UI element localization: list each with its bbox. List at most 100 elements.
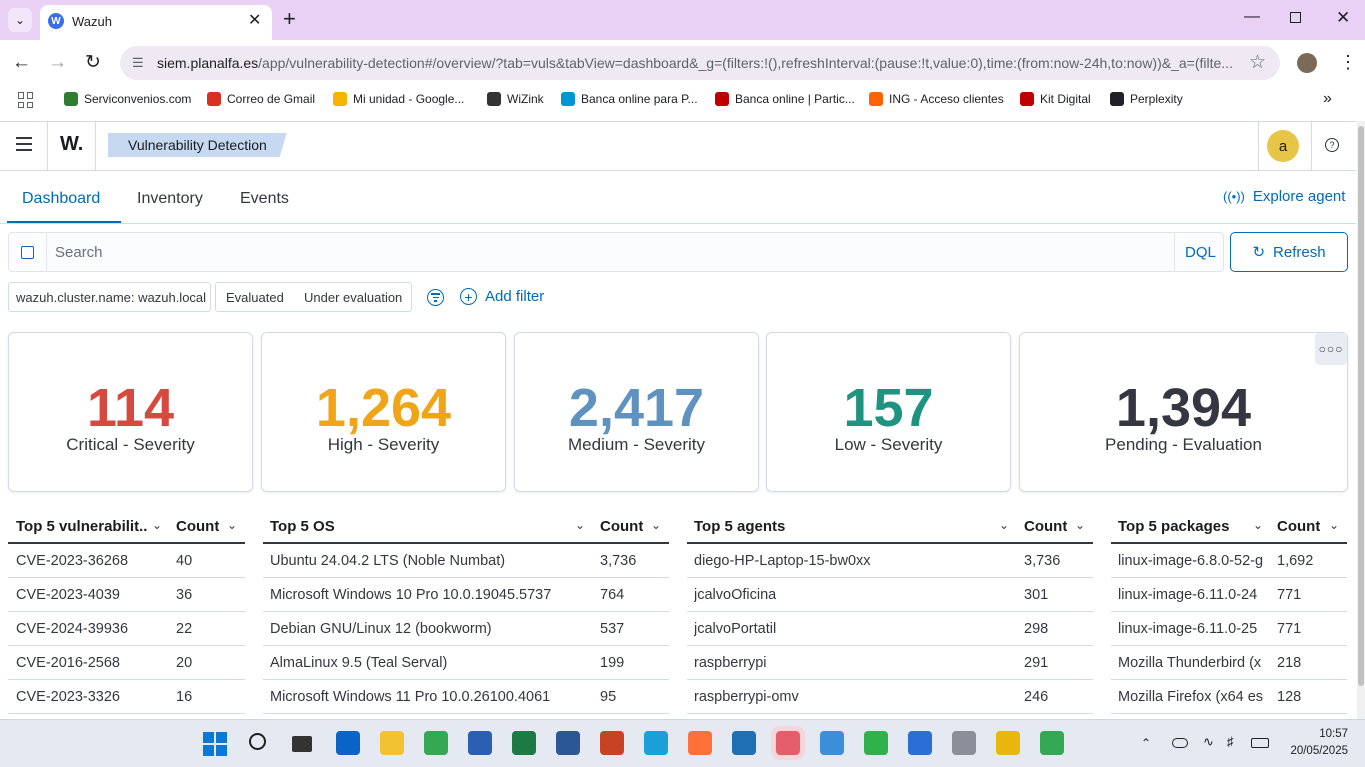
chevron-down-icon[interactable]: ⌄ [1075,518,1085,532]
evaluated-filter[interactable]: Evaluated [226,290,284,305]
word-icon[interactable] [556,731,580,755]
table-row[interactable]: Ubuntu 24.04.2 LTS (Noble Numbat) 3,736 [263,544,669,578]
help-icon[interactable]: ? [1325,138,1339,152]
minimize-icon[interactable]: — [1244,8,1260,26]
table-row[interactable]: diego-HP-Laptop-15-bw0xx 3,736 [687,544,1093,578]
chevron-down-icon[interactable]: ⌄ [1253,518,1263,532]
table-row[interactable]: CVE-2023-36268 40 [8,544,245,578]
more-bookmarks-icon[interactable]: » [1323,90,1332,108]
table-row[interactable]: Microsoft Windows 11 Pro 10.0.26100.4061… [263,680,669,714]
battery-icon[interactable] [1251,738,1269,748]
task-view-icon[interactable] [292,736,312,752]
browser-tab[interactable]: W Wazuh ✕ [40,5,272,40]
table-row[interactable]: Debian GNU/Linux 12 (bookworm) 537 [263,612,669,646]
system-tray-chevron-icon[interactable]: ⌃ [1141,736,1151,750]
chevron-down-icon[interactable]: ⌄ [575,518,585,532]
agents-count-column-header[interactable]: Count [1024,518,1067,535]
table-row[interactable]: jcalvoOficina 301 [687,578,1093,612]
vulns-count-column-header[interactable]: Count [176,518,219,535]
panel-options-icon[interactable]: ○○○ [1315,333,1347,365]
explorer-icon[interactable] [380,731,404,755]
back-icon[interactable]: ← [12,52,31,74]
windows-start-icon[interactable] [203,732,227,756]
table-row[interactable]: Microsoft Windows 10 Pro 10.0.19045.5737… [263,578,669,612]
chevron-down-icon[interactable]: ⌄ [1329,518,1339,532]
bookmark-caixabank[interactable]: Banca online para P... [561,92,698,106]
app4-icon[interactable] [908,731,932,755]
saved-queries-icon[interactable] [9,233,47,271]
snipping-icon[interactable] [771,726,805,760]
tab-inventory[interactable]: Inventory [137,190,203,208]
table-row[interactable]: Mozilla Firefox (x64 es 128 [1111,680,1347,714]
site-info-icon[interactable]: ☰ [132,55,144,71]
page-scrollbar[interactable] [1357,121,1365,719]
chevron-down-icon[interactable]: ⌄ [651,518,661,532]
packages-count-column-header[interactable]: Count [1277,518,1320,535]
cluster-filter-pill[interactable]: wazuh.cluster.name: wazuh.local [8,282,211,312]
app3-icon[interactable] [864,731,888,755]
bookmark-ing[interactable]: ING - Acceso clientes [869,92,1004,106]
firefox-icon[interactable] [688,731,712,755]
browser-menu-icon[interactable]: ⋮ [1339,52,1357,73]
chevron-down-icon[interactable]: ⌄ [152,518,162,532]
app2-icon[interactable] [732,731,756,755]
bookmark-kit-digital[interactable]: Kit Digital [1020,92,1091,106]
app-icon[interactable] [468,731,492,755]
bookmark-santander[interactable]: Banca online | Partic... [715,92,855,106]
agents-name-column-header[interactable]: Top 5 agents [694,518,785,535]
powerpoint-icon[interactable] [600,731,624,755]
chevron-down-icon[interactable]: ⌄ [999,518,1009,532]
os-count-column-header[interactable]: Count [600,518,643,535]
bookmark-gmail[interactable]: Correo de Gmail [207,92,315,106]
table-row[interactable]: linux-image-6.11.0-24 771 [1111,578,1347,612]
apps-grid-icon[interactable] [18,92,34,108]
filter-menu-icon[interactable] [427,289,444,306]
bookmark-wizink[interactable]: WiZink [487,92,544,106]
bookmark-google-drive[interactable]: Mi unidad - Google... [333,92,464,106]
notepad-icon[interactable] [820,731,844,755]
new-tab-icon[interactable]: + [283,6,296,32]
reload-icon[interactable]: ↻ [85,51,101,74]
search-bar[interactable]: Search DQL [8,232,1224,272]
bookmark-serviconvenios[interactable]: Serviconvenios.com [64,92,191,106]
taskbar-search-icon[interactable] [249,733,266,750]
url-text[interactable]: siem.planalfa.es/app/vulnerability-detec… [157,55,1237,71]
close-window-icon[interactable]: ✕ [1336,8,1350,28]
clock-time[interactable]: 10:57 [1300,728,1348,740]
chrome-profile-icon[interactable] [1040,731,1064,755]
vulns-name-column-header[interactable]: Top 5 vulnerabilit... [16,518,148,535]
table-row[interactable]: CVE-2024-39936 22 [8,612,245,646]
explore-agent-button[interactable]: ((•)) Explore agent [1223,188,1345,205]
edge-icon[interactable] [644,731,668,755]
table-row[interactable]: CVE-2023-4039 36 [8,578,245,612]
volume-muted-icon[interactable]: ♯ [1227,734,1234,749]
wifi-icon[interactable]: ∿ [1203,734,1214,750]
wazuh-logo[interactable]: W. [60,133,83,156]
onedrive-icon[interactable] [1172,738,1188,748]
packages-name-column-header[interactable]: Top 5 packages [1118,518,1229,535]
table-row[interactable]: jcalvoPortatil 298 [687,612,1093,646]
os-name-column-header[interactable]: Top 5 OS [270,518,335,535]
bookmark-star-icon[interactable]: ☆ [1249,51,1266,74]
tab-search-icon[interactable]: ⌄ [8,8,32,32]
profile-avatar[interactable] [1297,53,1317,73]
excel-icon[interactable] [512,731,536,755]
table-row[interactable]: linux-image-6.11.0-25 771 [1111,612,1347,646]
table-row[interactable]: raspberrypi 291 [687,646,1093,680]
hamburger-menu-icon[interactable] [16,137,32,151]
search-input[interactable]: Search [55,244,103,261]
close-tab-icon[interactable]: ✕ [248,10,261,30]
maximize-icon[interactable] [1290,12,1301,23]
table-row[interactable]: CVE-2016-2568 20 [8,646,245,680]
database-icon[interactable] [952,731,976,755]
table-row[interactable]: CVE-2023-3326 16 [8,680,245,714]
clock-date[interactable]: 20/05/2025 [1278,745,1348,757]
chrome-icon[interactable] [424,731,448,755]
bookmark-perplexity[interactable]: Perplexity [1110,92,1183,106]
powerbi-icon[interactable] [996,731,1020,755]
table-row[interactable]: Mozilla Thunderbird (x 218 [1111,646,1347,680]
table-row[interactable]: raspberrypi-omv 246 [687,680,1093,714]
tab-events[interactable]: Events [240,190,289,208]
chevron-down-icon[interactable]: ⌄ [227,518,237,532]
add-filter-button[interactable]: + Add filter [460,288,544,305]
